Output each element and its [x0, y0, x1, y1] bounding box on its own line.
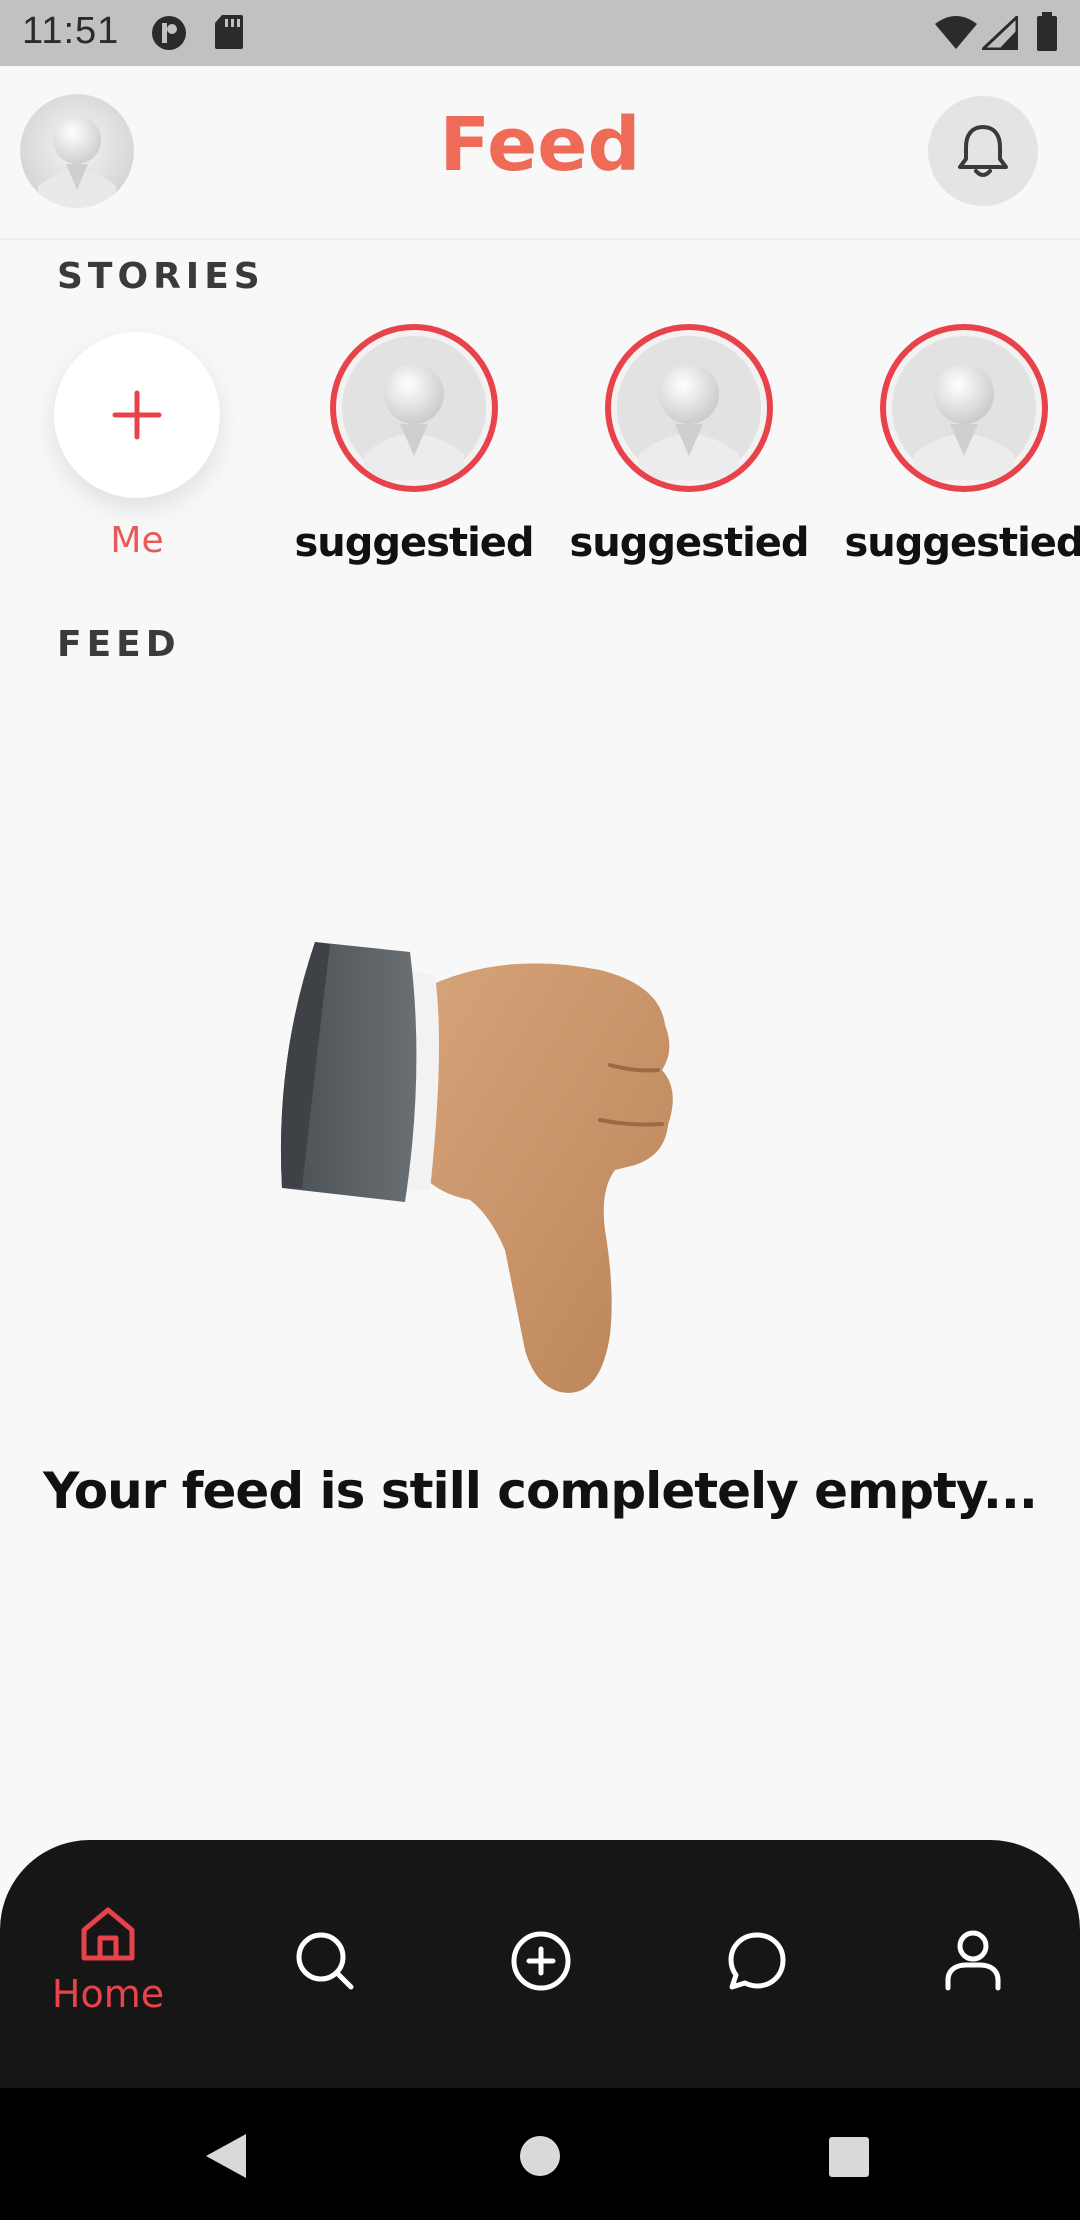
notifications-button[interactable] [928, 96, 1038, 206]
story-label: suggestied [569, 520, 809, 566]
nav-home[interactable]: Home [8, 1840, 208, 2088]
add-story-label: Me [110, 520, 164, 561]
recents-icon[interactable] [828, 2136, 870, 2178]
feed-screen: 11:51 Feed STORIES Me suggestied suggest… [0, 0, 1080, 2220]
story-label: suggestied [844, 520, 1080, 566]
cell-signal-icon [979, 13, 1019, 54]
story-item[interactable]: suggestied [844, 324, 1080, 566]
story-label: suggestied [294, 520, 534, 566]
user-icon [945, 1930, 1001, 1991]
sd-card-icon [214, 14, 244, 54]
home-icon [81, 1907, 135, 1961]
bottom-navigation: Home [0, 1840, 1080, 2088]
plus-icon [112, 390, 162, 440]
story-avatar [605, 324, 773, 492]
back-icon[interactable] [204, 2132, 248, 2180]
nav-profile[interactable] [872, 1840, 1072, 2088]
stories-section-label: STORIES [57, 256, 265, 297]
feed-section-label: FEED [57, 624, 181, 665]
home-circle-icon[interactable] [518, 2134, 562, 2178]
add-circle-icon [511, 1931, 571, 1991]
nav-messages[interactable] [656, 1840, 856, 2088]
status-time: 11:51 [22, 10, 120, 52]
page-title: Feed [439, 102, 641, 188]
empty-feed-message: Your feed is still completely empty... [43, 1462, 1038, 1520]
story-item[interactable]: suggestied [294, 324, 535, 566]
app-header: Feed [0, 66, 1080, 240]
status-bar: 11:51 [0, 0, 1080, 66]
battery-icon [1036, 12, 1058, 56]
chat-bubble-icon [728, 1932, 786, 1990]
search-icon [296, 1932, 354, 1990]
add-story-button[interactable] [54, 332, 220, 498]
wifi-icon [934, 16, 978, 54]
p-notification-icon [150, 14, 188, 56]
story-item[interactable]: suggestied [569, 324, 810, 566]
bell-icon [958, 125, 1008, 177]
story-avatar [880, 324, 1048, 492]
nav-home-label: Home [51, 1972, 165, 2016]
system-navigation-bar [0, 2088, 1080, 2220]
nav-add[interactable] [440, 1840, 640, 2088]
story-avatar [330, 324, 498, 492]
nav-search[interactable] [224, 1840, 424, 2088]
thumbs-down-illustration [270, 930, 770, 1410]
